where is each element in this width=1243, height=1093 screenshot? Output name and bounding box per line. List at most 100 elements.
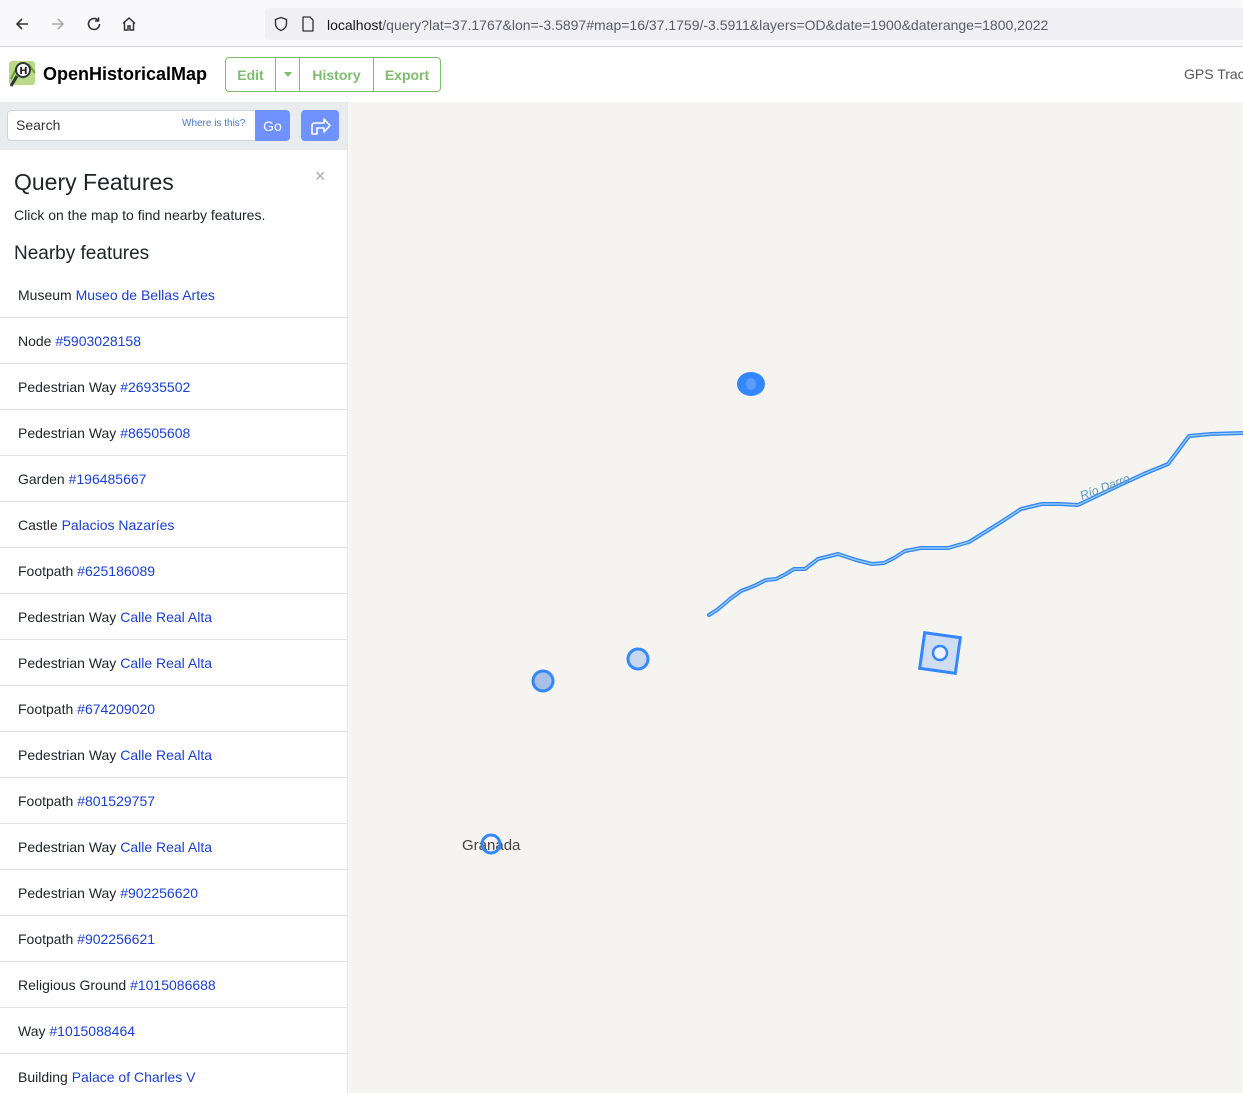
feature-type: Religious Ground — [18, 977, 127, 993]
list-item[interactable]: Footpath #625186089 — [0, 548, 347, 594]
shield-icon — [274, 16, 288, 32]
search-bar: Search Where is this? Go — [0, 102, 347, 150]
feature-link[interactable]: #1015088464 — [49, 1023, 135, 1039]
feature-link[interactable]: Palace of Charles V — [72, 1069, 196, 1085]
feature-link[interactable]: #625186089 — [77, 563, 155, 579]
history-button[interactable]: History — [300, 58, 374, 91]
feature-link[interactable]: Calle Real Alta — [120, 609, 212, 625]
feature-type: Pedestrian Way — [18, 839, 117, 855]
list-item[interactable]: Pedestrian Way #902256620 — [0, 870, 347, 916]
home-button[interactable] — [117, 12, 141, 36]
address-bar[interactable]: localhost/query?lat=37.1767&lon=-3.5897#… — [265, 8, 1243, 40]
export-button[interactable]: Export — [374, 58, 440, 91]
list-item[interactable]: Building Palace of Charles V — [0, 1054, 347, 1093]
site-header: H OpenHistoricalMap Edit History Export … — [0, 47, 1243, 102]
feature-type: Garden — [18, 471, 65, 487]
feature-link[interactable]: Calle Real Alta — [120, 839, 212, 855]
list-item[interactable]: Pedestrian Way #86505608 — [0, 410, 347, 456]
feature-link[interactable]: #5903028158 — [55, 333, 141, 349]
directions-icon — [311, 117, 331, 135]
feature-type: Museum — [18, 287, 72, 303]
list-item[interactable]: Pedestrian Way Calle Real Alta — [0, 640, 347, 686]
url-text[interactable]: localhost/query?lat=37.1767&lon=-3.5897#… — [327, 17, 1048, 33]
feature-type: Pedestrian Way — [18, 885, 117, 901]
site-brand[interactable]: OpenHistoricalMap — [43, 64, 207, 85]
list-item[interactable]: Castle Palacios Nazaríes — [0, 502, 347, 548]
directions-button[interactable] — [301, 110, 339, 141]
feature-type: Footpath — [18, 931, 74, 947]
feature-link[interactable]: #1015086688 — [130, 977, 216, 993]
feature-type: Castle — [18, 517, 58, 533]
search-go-button[interactable]: Go — [255, 110, 290, 141]
feature-type: Footpath — [18, 701, 74, 717]
list-item[interactable]: Footpath #801529757 — [0, 778, 347, 824]
back-arrow-icon — [15, 18, 28, 30]
list-item[interactable]: Footpath #674209020 — [0, 686, 347, 732]
edit-dropdown-button[interactable] — [276, 58, 300, 91]
list-item[interactable]: Way #1015088464 — [0, 1008, 347, 1054]
city-label: Granada — [462, 837, 521, 854]
map-canvas[interactable]: Río Darro Granada — [349, 102, 1243, 1093]
river-darro-line[interactable] — [707, 431, 1243, 617]
sidebar: Search Where is this? Go Query Features … — [0, 102, 348, 1093]
feature-link[interactable]: Calle Real Alta — [120, 747, 212, 763]
back-button[interactable] — [10, 12, 34, 36]
map-overlay: Río Darro Granada — [462, 372, 1243, 855]
browser-toolbar: localhost/query?lat=37.1767&lon=-3.5897#… — [0, 0, 1243, 47]
nearby-features-heading: Nearby features — [14, 243, 150, 264]
list-item[interactable]: Pedestrian Way Calle Real Alta — [0, 594, 347, 640]
list-item[interactable]: Node #5903028158 — [0, 318, 347, 364]
home-icon — [122, 16, 136, 31]
feature-type: Pedestrian Way — [18, 655, 117, 671]
list-item[interactable]: Footpath #902256621 — [0, 916, 347, 962]
reload-icon — [87, 17, 101, 31]
feature-link[interactable]: Palacios Nazaríes — [62, 517, 175, 533]
list-item[interactable]: Museum Museo de Bellas Artes — [0, 272, 347, 318]
feature-type: Pedestrian Way — [18, 747, 117, 763]
feature-type: Footpath — [18, 793, 74, 809]
page-icon — [302, 16, 314, 32]
feature-type: Building — [18, 1069, 68, 1085]
feature-link[interactable]: #86505608 — [120, 425, 190, 441]
feature-link[interactable]: Museo de Bellas Artes — [76, 287, 215, 303]
feature-type: Pedestrian Way — [18, 379, 117, 395]
where-is-this-link[interactable]: Where is this? — [182, 118, 245, 129]
list-item[interactable]: Pedestrian Way Calle Real Alta — [0, 732, 347, 778]
nearby-features-list: Museum Museo de Bellas Artes Node #59030… — [0, 272, 347, 1093]
feature-node-marker-inner — [746, 378, 756, 390]
list-item[interactable]: Pedestrian Way #26935502 — [0, 364, 347, 410]
gps-traces-link[interactable]: GPS Trac — [1184, 66, 1243, 82]
feature-type: Pedestrian Way — [18, 609, 117, 625]
openhistoricalmap-logo-icon[interactable]: H — [8, 59, 38, 89]
panel-description: Click on the map to find nearby features… — [14, 207, 266, 223]
feature-link[interactable]: #902256621 — [77, 931, 155, 947]
feature-circle-marker[interactable] — [531, 669, 555, 693]
river-label: Río Darro — [1078, 471, 1132, 503]
forward-arrow-icon — [52, 18, 65, 30]
feature-link[interactable]: #902256620 — [120, 885, 198, 901]
feature-type: Node — [18, 333, 52, 349]
edit-button[interactable]: Edit — [226, 58, 276, 91]
feature-link[interactable]: #196485667 — [69, 471, 147, 487]
url-host: localhost — [327, 17, 383, 33]
feature-building-marker[interactable] — [917, 630, 963, 676]
list-item[interactable]: Garden #196485667 — [0, 456, 347, 502]
feature-link[interactable]: #801529757 — [77, 793, 155, 809]
feature-type: Way — [18, 1023, 46, 1039]
reload-button[interactable] — [82, 12, 106, 36]
feature-link[interactable]: #674209020 — [77, 701, 155, 717]
panel-title: Query Features — [14, 169, 174, 195]
feature-type: Footpath — [18, 563, 74, 579]
list-item[interactable]: Religious Ground #1015086688 — [0, 962, 347, 1008]
feature-circle-marker[interactable] — [626, 647, 650, 671]
url-path: /query?lat=37.1767&lon=-3.5897#map=16/37… — [382, 17, 1049, 33]
list-item[interactable]: Pedestrian Way Calle Real Alta — [0, 824, 347, 870]
feature-link[interactable]: Calle Real Alta — [120, 655, 212, 671]
edit-button-group: Edit History Export — [225, 57, 441, 92]
feature-type: Pedestrian Way — [18, 425, 117, 441]
caret-down-icon — [283, 72, 292, 77]
close-panel-button[interactable]: × — [315, 166, 326, 187]
forward-button[interactable] — [46, 12, 70, 36]
feature-link[interactable]: #26935502 — [120, 379, 190, 395]
river-darro-waterline — [708, 432, 1243, 616]
